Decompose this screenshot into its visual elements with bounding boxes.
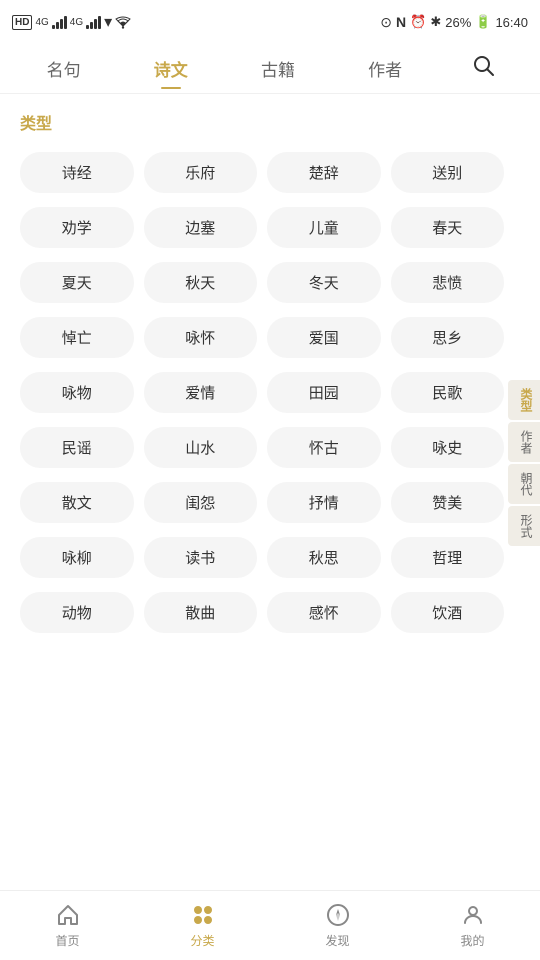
discover-icon bbox=[325, 902, 351, 928]
bottom-nav-category[interactable]: 分类 bbox=[170, 896, 236, 955]
tag-daowang[interactable]: 悼亡 bbox=[20, 317, 134, 358]
tag-songbie[interactable]: 送别 bbox=[391, 152, 505, 193]
tag-chuntian[interactable]: 春天 bbox=[391, 207, 505, 248]
top-navigation: 名句 诗文 古籍 作者 bbox=[0, 44, 540, 94]
tag-dongtian[interactable]: 冬天 bbox=[267, 262, 381, 303]
signal-icon-2 bbox=[86, 16, 101, 29]
tag-tianyuan[interactable]: 田园 bbox=[267, 372, 381, 413]
tag-yongliu[interactable]: 咏柳 bbox=[20, 537, 134, 578]
network-4g2: 4G bbox=[70, 17, 83, 28]
tag-dushu[interactable]: 读书 bbox=[144, 537, 258, 578]
alarm-icon: ⏰ bbox=[410, 14, 426, 30]
battery-icon: 🔋 bbox=[475, 14, 491, 30]
discover-label: 发现 bbox=[325, 932, 349, 949]
bottom-nav-discover[interactable]: 发现 bbox=[305, 896, 371, 955]
battery-percent: 26% bbox=[445, 15, 471, 30]
search-icon bbox=[473, 55, 495, 77]
user-icon bbox=[461, 903, 485, 927]
clock: 16:40 bbox=[495, 15, 528, 30]
eye-icon: ⊙ bbox=[380, 14, 392, 31]
status-bar: HD 4G 4G ▾ ⊙ N ⏰ ✱ 26% 🔋 16:40 bbox=[0, 0, 540, 44]
tag-shijing[interactable]: 诗经 bbox=[20, 152, 134, 193]
tag-sanwen[interactable]: 散文 bbox=[20, 482, 134, 523]
mine-label: 我的 bbox=[460, 932, 484, 949]
side-nav-zuozhe[interactable]: 作者 bbox=[508, 422, 540, 462]
status-left: HD 4G 4G ▾ bbox=[12, 12, 131, 32]
nav-shiwen[interactable]: 诗文 bbox=[144, 48, 198, 89]
home-label: 首页 bbox=[55, 932, 79, 949]
side-navigation: 类型 作者 朝代 形式 bbox=[508, 380, 540, 548]
compass-icon bbox=[326, 903, 350, 927]
tag-zheli[interactable]: 哲理 bbox=[391, 537, 505, 578]
tag-dongwu[interactable]: 动物 bbox=[20, 592, 134, 633]
tag-yongshi[interactable]: 咏史 bbox=[391, 427, 505, 468]
tag-minge[interactable]: 民歌 bbox=[391, 372, 505, 413]
tag-yinjiu[interactable]: 饮酒 bbox=[391, 592, 505, 633]
status-right: ⊙ N ⏰ ✱ 26% 🔋 16:40 bbox=[380, 14, 528, 31]
tag-guiyuan[interactable]: 闺怨 bbox=[144, 482, 258, 523]
home-icon bbox=[55, 902, 81, 928]
side-nav-leixing[interactable]: 类型 bbox=[508, 380, 540, 420]
main-content: 类型 诗经 乐府 楚辞 送别 劝学 边塞 儿童 春天 夏天 秋天 冬天 悲愤 悼… bbox=[0, 94, 540, 713]
bottom-nav-home[interactable]: 首页 bbox=[35, 896, 101, 955]
side-nav-xingshi[interactable]: 形式 bbox=[508, 506, 540, 546]
tag-quanxue[interactable]: 劝学 bbox=[20, 207, 134, 248]
tags-grid: 诗经 乐府 楚辞 送别 劝学 边塞 儿童 春天 夏天 秋天 冬天 悲愤 悼亡 咏… bbox=[20, 152, 504, 633]
signal-icon bbox=[52, 16, 67, 29]
tag-yongwu[interactable]: 咏物 bbox=[20, 372, 134, 413]
tag-aiqing[interactable]: 爱情 bbox=[144, 372, 258, 413]
tag-qiutian[interactable]: 秋天 bbox=[144, 262, 258, 303]
search-button[interactable] bbox=[465, 47, 503, 91]
tag-minyao[interactable]: 民谣 bbox=[20, 427, 134, 468]
tag-zanmei[interactable]: 赞美 bbox=[391, 482, 505, 523]
tag-lefu[interactable]: 乐府 bbox=[144, 152, 258, 193]
tag-huaigu[interactable]: 怀古 bbox=[267, 427, 381, 468]
nav-zuozhe[interactable]: 作者 bbox=[358, 48, 412, 89]
tag-shuqing[interactable]: 抒情 bbox=[267, 482, 381, 523]
nav-mingju[interactable]: 名句 bbox=[37, 48, 91, 89]
hd-badge: HD bbox=[12, 15, 32, 30]
bluetooth-icon: ✱ bbox=[430, 14, 441, 30]
tag-aiguo[interactable]: 爱国 bbox=[267, 317, 381, 358]
tag-chuchi[interactable]: 楚辞 bbox=[267, 152, 381, 193]
bottom-navigation: 首页 分类 发现 我的 bbox=[0, 890, 540, 960]
network-4g1: 4G bbox=[35, 17, 48, 28]
wifi-icon: ▾ bbox=[104, 12, 112, 32]
mine-icon bbox=[460, 902, 486, 928]
category-icon bbox=[190, 902, 216, 928]
tag-ganhuai[interactable]: 感怀 bbox=[267, 592, 381, 633]
side-nav-chaodai[interactable]: 朝代 bbox=[508, 464, 540, 504]
tag-sixiang[interactable]: 思乡 bbox=[391, 317, 505, 358]
nav-guji[interactable]: 古籍 bbox=[251, 48, 305, 89]
tag-shanshui[interactable]: 山水 bbox=[144, 427, 258, 468]
tag-qiusi[interactable]: 秋思 bbox=[267, 537, 381, 578]
tag-beifeng[interactable]: 悲愤 bbox=[391, 262, 505, 303]
bottom-nav-mine[interactable]: 我的 bbox=[440, 896, 506, 955]
nfc-icon: N bbox=[396, 14, 406, 30]
tag-sanqu[interactable]: 散曲 bbox=[144, 592, 258, 633]
tag-yonghuai[interactable]: 咏怀 bbox=[144, 317, 258, 358]
category-icon-svg bbox=[191, 903, 215, 927]
wifi-icon-svg bbox=[115, 16, 131, 29]
tag-ertong[interactable]: 儿童 bbox=[267, 207, 381, 248]
category-label: 分类 bbox=[190, 932, 214, 949]
tag-xiatian[interactable]: 夏天 bbox=[20, 262, 134, 303]
tag-biansai[interactable]: 边塞 bbox=[144, 207, 258, 248]
section-title: 类型 bbox=[20, 110, 504, 134]
